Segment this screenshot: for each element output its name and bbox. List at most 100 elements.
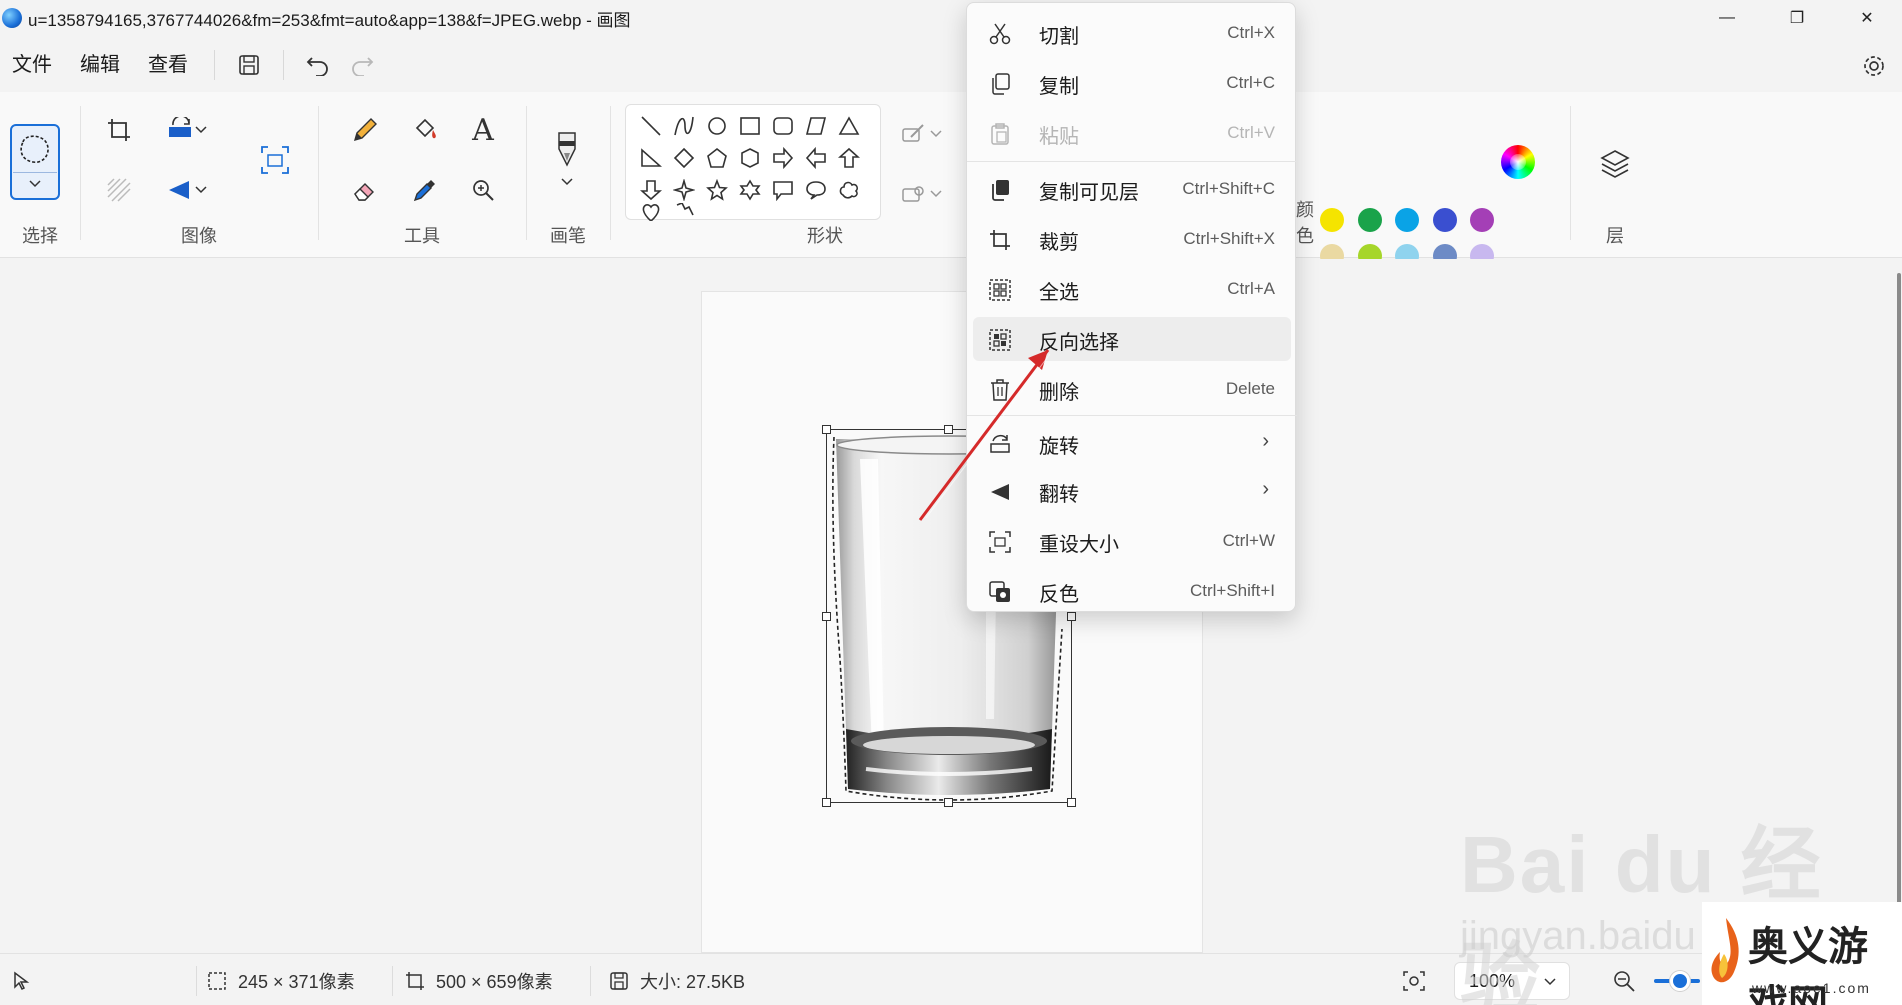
text-tool-icon[interactable]: A — [461, 108, 505, 152]
triangle-shape-icon[interactable] — [834, 111, 864, 141]
undo-icon[interactable] — [296, 43, 340, 87]
canvas-size-text: 500 × 659像素 — [436, 972, 553, 992]
selection-group: 选择 — [0, 98, 80, 252]
five-point-star-shape-icon[interactable] — [702, 175, 732, 205]
paint-app-icon — [2, 8, 22, 28]
brush-group: 画笔 — [527, 98, 609, 252]
lightning-shape-icon[interactable] — [669, 203, 699, 221]
down-arrow-shape-icon[interactable] — [636, 175, 666, 205]
resize-handle-sw[interactable] — [822, 798, 831, 807]
resize-handle-s[interactable] — [944, 798, 953, 807]
resize-image-icon[interactable] — [253, 138, 297, 182]
selection-size: 245 × 371像素 — [206, 968, 355, 994]
flip-dropdown-chevron-icon[interactable] — [191, 168, 211, 212]
context-menu-item[interactable]: 裁剪 Ctrl+Shift+X — [973, 217, 1291, 261]
context-menu-item-label: 反色 — [1039, 584, 1079, 606]
menu-view[interactable]: 查看 — [134, 43, 202, 87]
heart-shape-icon[interactable] — [636, 203, 666, 221]
context-menu-item[interactable]: 切割 Ctrl+X — [973, 11, 1291, 55]
site-url: www.aoe1.com — [1752, 980, 1871, 996]
menu-edit[interactable]: 编辑 — [66, 43, 134, 87]
diamond-shape-icon[interactable] — [669, 143, 699, 173]
resize-handle-e[interactable] — [1067, 612, 1076, 621]
annotation-arrow — [918, 349, 1051, 521]
fill-bucket-icon[interactable] — [403, 108, 447, 152]
rotate-dropdown-chevron-icon[interactable] — [191, 108, 211, 152]
settings-gear-icon[interactable] — [1856, 48, 1892, 84]
flame-logo-icon — [1711, 918, 1739, 983]
close-button[interactable]: ✕ — [1832, 0, 1902, 36]
magnifier-icon[interactable] — [461, 168, 505, 212]
hexagon-shape-icon[interactable] — [735, 143, 765, 173]
pentagon-shape-icon[interactable] — [702, 143, 732, 173]
color-swatch[interactable] — [1357, 208, 1382, 232]
context-menu-item[interactable]: 复制可见层 Ctrl+Shift+C — [973, 167, 1291, 211]
canvas-size: 500 × 659像素 — [404, 968, 553, 994]
context-menu-item-shortcut: Ctrl+W — [1222, 531, 1275, 550]
up-arrow-shape-icon[interactable] — [834, 143, 864, 173]
resize-icon — [987, 529, 1013, 555]
color-swatch[interactable] — [1470, 208, 1494, 232]
fill-chevron-down-icon[interactable] — [926, 172, 946, 216]
resize-handle-se[interactable] — [1067, 798, 1076, 807]
curve-shape-icon[interactable] — [669, 111, 699, 141]
menu-bar: 文件 编辑 查看 — [0, 40, 1902, 90]
right-triangle-shape-icon[interactable] — [636, 143, 666, 173]
file-size-text: 大小: 27.5KB — [640, 972, 746, 992]
resize-handle-nw[interactable] — [822, 425, 831, 434]
rect-callout-shape-icon[interactable] — [768, 175, 798, 205]
minimize-button[interactable]: — — [1692, 0, 1762, 36]
brush-chevron-down-icon[interactable] — [545, 170, 589, 194]
resize-handle-w[interactable] — [822, 612, 831, 621]
context-menu-item: 粘贴 Ctrl+V — [973, 111, 1291, 155]
pencil-icon[interactable] — [343, 108, 387, 152]
shapes-gallery — [625, 104, 881, 221]
maximize-button[interactable]: ❐ — [1762, 0, 1832, 36]
oval-shape-icon[interactable] — [702, 111, 732, 141]
chevron-down-icon — [29, 180, 41, 188]
left-arrow-shape-icon[interactable] — [801, 143, 831, 173]
context-menu-item-shortcut: Ctrl+Shift+C — [1182, 179, 1275, 198]
context-menu-item-shortcut: Ctrl+X — [1227, 23, 1275, 42]
eraser-icon[interactable] — [343, 168, 387, 212]
line-shape-icon[interactable] — [636, 111, 666, 141]
context-menu-item-label: 裁剪 — [1039, 232, 1079, 254]
selection-tool-button[interactable] — [10, 124, 60, 200]
color-swatch[interactable] — [1395, 208, 1419, 232]
save-icon[interactable] — [227, 43, 271, 87]
oval-callout-shape-icon[interactable] — [801, 175, 831, 205]
context-menu-item-shortcut: Ctrl+Shift+X — [1183, 229, 1275, 248]
outline-chevron-down-icon[interactable] — [926, 112, 946, 156]
background-remove-icon[interactable] — [97, 168, 141, 212]
redo-icon[interactable] — [340, 43, 384, 87]
context-menu-item-shortcut: Ctrl+V — [1227, 123, 1275, 142]
cloud-callout-shape-icon[interactable] — [834, 175, 864, 205]
window-controls: — ❐ ✕ — [1692, 0, 1902, 36]
color-swatch[interactable] — [1320, 208, 1344, 232]
brush-icon[interactable] — [545, 128, 589, 172]
layers-icon[interactable] — [1593, 142, 1637, 186]
fit-to-window-icon[interactable] — [1402, 968, 1426, 994]
crop-icon[interactable] — [97, 108, 141, 152]
color-picker-icon[interactable] — [403, 168, 447, 212]
layers-group-label: 层 — [1606, 226, 1624, 246]
polygon-shape-icon[interactable] — [801, 111, 831, 141]
canvas-size-icon — [404, 970, 426, 992]
four-point-star-shape-icon[interactable] — [669, 175, 699, 205]
context-menu-item[interactable]: 复制 Ctrl+C — [973, 61, 1291, 105]
context-menu-item-shortcut: Ctrl+Shift+I — [1189, 581, 1275, 600]
context-menu-item-shortcut: Ctrl+A — [1227, 279, 1275, 298]
rectangle-shape-icon[interactable] — [735, 111, 765, 141]
rounded-rectangle-shape-icon[interactable] — [768, 111, 798, 141]
context-menu-item-label: 粘贴 — [1039, 126, 1079, 148]
six-point-star-shape-icon[interactable] — [735, 175, 765, 205]
context-menu-item[interactable]: 反色 Ctrl+Shift+I — [973, 569, 1291, 613]
right-arrow-shape-icon[interactable] — [768, 143, 798, 173]
color-swatch[interactable] — [1432, 208, 1457, 232]
jingyan-watermark: jingyan.baidu — [1460, 914, 1696, 958]
menu-file[interactable]: 文件 — [0, 43, 66, 87]
context-menu-item[interactable]: 全选 Ctrl+A — [973, 267, 1291, 311]
edit-colors-wheel-icon[interactable] — [1496, 140, 1540, 184]
title-bar: u=1358794165,3767744026&fm=253&fmt=auto&… — [0, 0, 1902, 36]
context-menu-item-label: 复制 — [1039, 76, 1079, 98]
